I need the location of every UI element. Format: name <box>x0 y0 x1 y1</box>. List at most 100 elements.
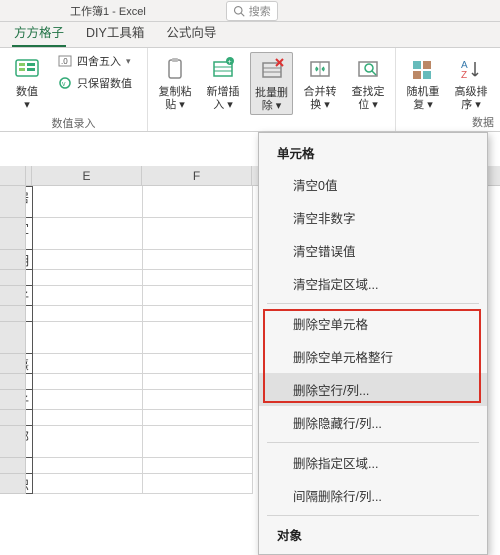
row-header[interactable] <box>0 250 26 270</box>
col-header-E[interactable]: E <box>32 166 142 185</box>
cell[interactable] <box>33 218 143 250</box>
cell[interactable] <box>33 286 143 306</box>
dd-clear-range[interactable]: 清空指定区域... <box>259 267 487 300</box>
col-header-F[interactable]: F <box>142 166 252 185</box>
cell[interactable]: ，一寸光阴不可 <box>26 322 33 354</box>
cell[interactable]: 涯若比邻。—— <box>26 426 33 458</box>
row-header[interactable] <box>0 218 26 250</box>
cell[interactable] <box>33 474 143 494</box>
dd-delete-interval-row-col[interactable]: 间隔删除行/列... <box>259 479 487 512</box>
cell[interactable] <box>143 410 253 426</box>
cell[interactable] <box>143 250 253 270</box>
cell[interactable]: 难再晨。及时宜 <box>26 218 33 250</box>
tab-diy-toolbox[interactable]: DIY工具箱 <box>84 18 146 47</box>
cell[interactable] <box>33 186 143 218</box>
cell[interactable] <box>33 306 143 322</box>
cell[interactable] <box>143 374 253 390</box>
random-button[interactable]: 随机重 复 ▾ <box>402 52 444 113</box>
advsort-button[interactable]: AZ 高级排 序 ▾ <box>450 52 492 113</box>
keep-value-icon: v <box>57 75 73 91</box>
row-header[interactable] <box>0 270 26 286</box>
cell[interactable]: 居 <box>26 186 33 218</box>
cell[interactable] <box>33 390 143 410</box>
select-all-corner[interactable] <box>0 166 26 185</box>
tab-fangfang[interactable]: 方方格子 <box>12 18 66 47</box>
cell[interactable] <box>33 426 143 458</box>
numval-icon <box>12 54 42 84</box>
row-header[interactable] <box>0 426 26 458</box>
merge-icon <box>305 54 335 84</box>
insert-icon: + <box>208 54 238 84</box>
tab-formula-guide[interactable]: 公式向导 <box>164 18 218 47</box>
row-header[interactable] <box>0 354 26 374</box>
cell[interactable] <box>26 306 33 322</box>
merge-button[interactable]: 合并转 换 ▾ <box>299 52 341 113</box>
copypaste-label: 复制粘 贴 ▾ <box>159 86 192 111</box>
cell[interactable] <box>143 390 253 410</box>
clipboard-icon <box>160 54 190 84</box>
cell[interactable] <box>143 458 253 474</box>
cell[interactable] <box>26 270 33 286</box>
cell[interactable] <box>143 474 253 494</box>
cell[interactable] <box>33 410 143 426</box>
svg-text:+: + <box>228 59 232 66</box>
cell[interactable]: 足下。——老子 <box>26 286 33 306</box>
dd-clear-non-numeric[interactable]: 清空非数字 <box>259 201 487 234</box>
random-label: 随机重 复 ▾ <box>407 86 440 111</box>
round-button[interactable]: .0 四舍五入 ▾ <box>54 52 135 70</box>
cell[interactable] <box>33 458 143 474</box>
cell[interactable]: 朱熹 <box>26 354 33 374</box>
svg-text:Z: Z <box>461 70 467 81</box>
group-label-edit <box>154 127 389 129</box>
cell[interactable] <box>33 374 143 390</box>
row-header[interactable] <box>0 458 26 474</box>
copypaste-button[interactable]: 复制粘 贴 ▾ <box>154 52 196 113</box>
dd-delete-hidden-row-col[interactable]: 删除隐藏行/列... <box>259 406 487 439</box>
cell[interactable]: 人。——陶渊明 <box>26 250 33 270</box>
dd-delete-empty-cells[interactable]: 删除空单元格 <box>259 307 487 340</box>
search-icon <box>233 5 245 17</box>
chevron-down-icon: ▾ <box>126 56 131 67</box>
search-box[interactable]: 搜索 <box>226 1 278 21</box>
dd-clear-zero[interactable]: 清空0值 <box>259 168 487 201</box>
cell[interactable] <box>143 306 253 322</box>
row-header[interactable] <box>0 474 26 494</box>
cell[interactable] <box>143 286 253 306</box>
cell[interactable] <box>26 458 33 474</box>
cell[interactable] <box>143 270 253 286</box>
cell[interactable]: 下问。——孔子 <box>26 390 33 410</box>
cell[interactable] <box>26 410 33 426</box>
findpos-icon <box>353 54 383 84</box>
group-label-data: 数据 <box>472 114 494 130</box>
row-header[interactable] <box>0 410 26 426</box>
row-header[interactable] <box>0 390 26 410</box>
cell[interactable] <box>33 270 143 286</box>
numval-button[interactable]: 数值▾ <box>6 52 48 113</box>
cell[interactable] <box>143 322 253 354</box>
insert-button[interactable]: + 新增插 入 ▾ <box>202 52 244 113</box>
batch-delete-button[interactable]: 批量删 除 ▾ <box>250 52 293 115</box>
cell[interactable]: 天下谁人不识 <box>26 474 33 494</box>
row-header[interactable] <box>0 186 26 218</box>
window-title: 工作簿1 - Excel <box>70 3 146 19</box>
row-header[interactable] <box>0 286 26 306</box>
batch-delete-label: 批量删 除 ▾ <box>255 87 288 112</box>
dd-clear-errors[interactable]: 清空错误值 <box>259 234 487 267</box>
cell[interactable] <box>143 426 253 458</box>
cell[interactable] <box>33 354 143 374</box>
dd-delete-empty-row-col[interactable]: 删除空行/列... <box>259 373 487 406</box>
findpos-button[interactable]: 查找定 位 ▾ <box>347 52 389 113</box>
cell[interactable] <box>143 218 253 250</box>
dd-delete-range[interactable]: 删除指定区域... <box>259 446 487 479</box>
keep-value-button[interactable]: v 只保留数值 <box>54 74 135 92</box>
group-label-num-input: 数值录入 <box>6 113 141 131</box>
cell[interactable] <box>143 186 253 218</box>
dd-delete-empty-cells-row[interactable]: 删除空单元格整行 <box>259 340 487 373</box>
row-header[interactable] <box>0 322 26 354</box>
row-header[interactable] <box>0 306 26 322</box>
cell[interactable] <box>26 374 33 390</box>
row-header[interactable] <box>0 374 26 390</box>
cell[interactable] <box>33 322 143 354</box>
cell[interactable] <box>33 250 143 270</box>
cell[interactable] <box>143 354 253 374</box>
